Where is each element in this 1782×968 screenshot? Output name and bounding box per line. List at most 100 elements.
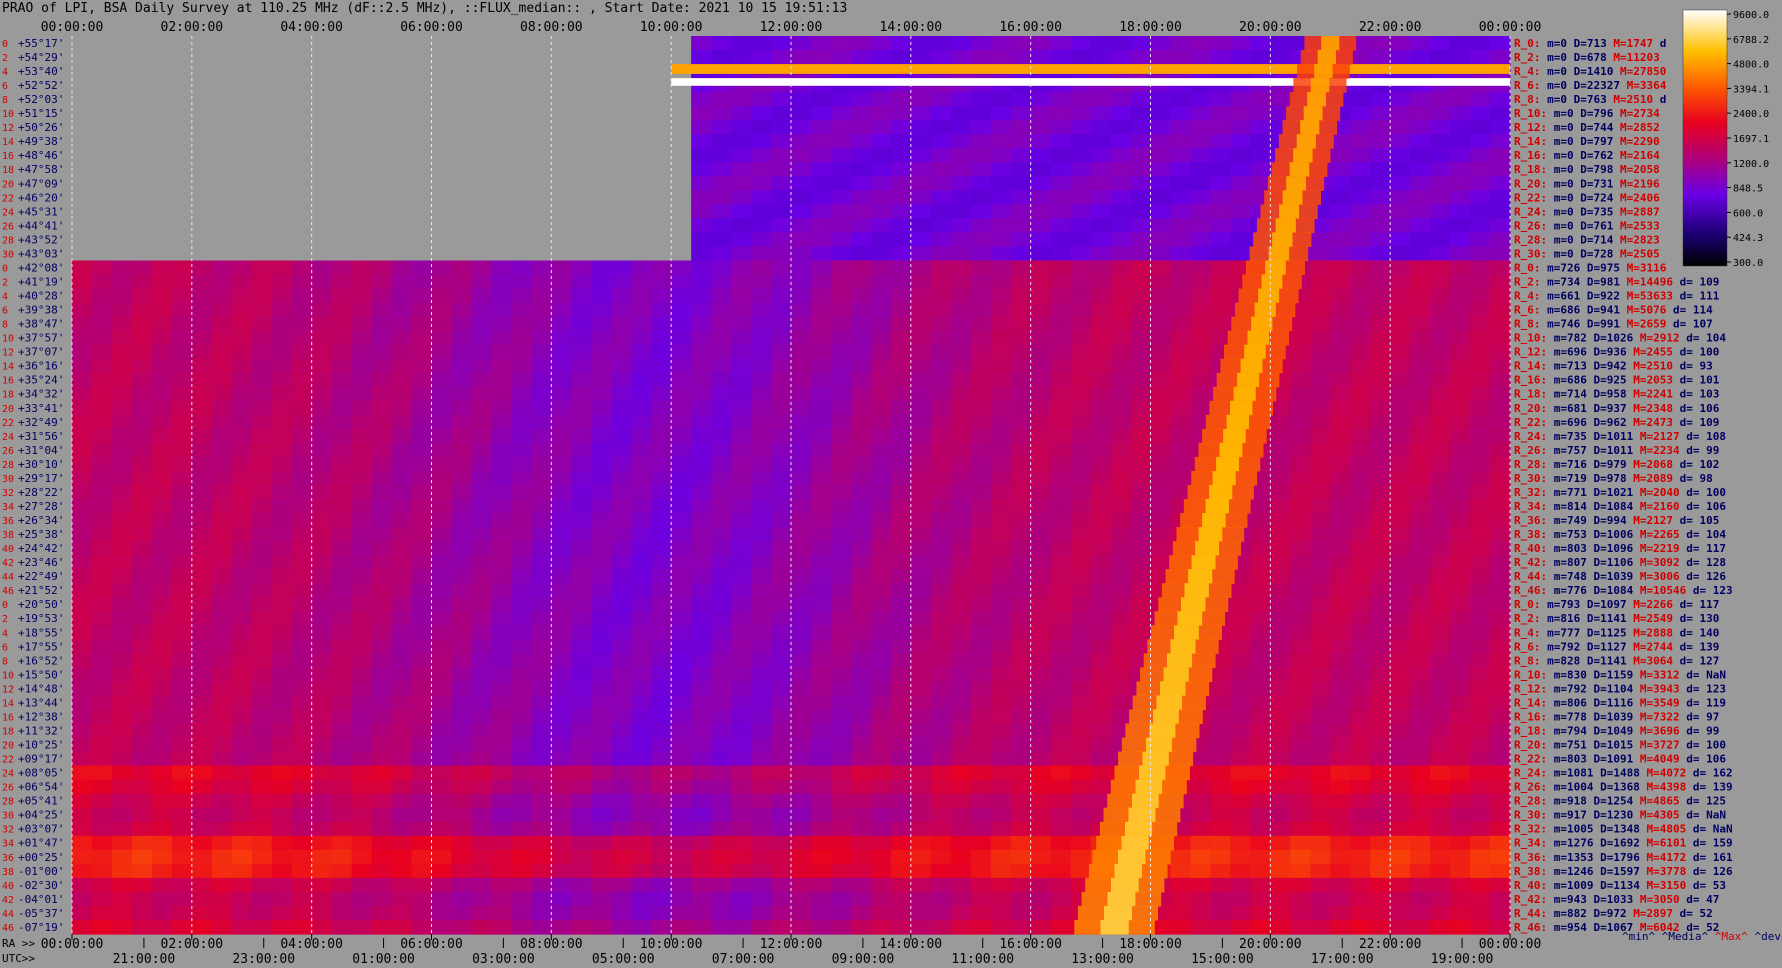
stats-field: m=749 <box>1547 514 1587 527</box>
heat-cell <box>1050 639 1072 654</box>
heat-cell <box>591 344 612 360</box>
heat-cell <box>551 569 572 584</box>
utc-tick-label: 21:00:00 <box>113 952 176 967</box>
heat-cell <box>731 288 752 304</box>
heat-cell <box>72 835 93 851</box>
heat-cell <box>930 218 952 234</box>
heat-cell <box>231 372 253 388</box>
dec-label: +18°55' <box>18 626 64 639</box>
heat-cell <box>111 807 133 823</box>
heat-cell <box>810 106 832 121</box>
heat-cell <box>331 611 353 626</box>
heat-cell <box>870 849 892 865</box>
heat-cell <box>1490 779 1511 795</box>
heat-cell <box>771 232 792 248</box>
heat-cell <box>411 485 433 500</box>
heat-cell <box>711 527 732 542</box>
heat-cell <box>1230 709 1251 725</box>
heat-cell <box>1210 737 1231 753</box>
heat-cell <box>1050 372 1072 388</box>
heat-cell <box>251 316 273 332</box>
heat-cell <box>451 737 473 753</box>
heat-cell <box>431 470 453 486</box>
heat-cell <box>91 485 113 500</box>
heat-cell <box>411 751 433 767</box>
heat-cell <box>631 358 652 374</box>
utc-tick-label: 07:00:00 <box>712 952 775 967</box>
heat-cell <box>291 414 313 430</box>
heat-cell <box>531 779 552 795</box>
heat-cell <box>950 358 972 374</box>
heat-cell <box>930 134 952 149</box>
heat-cell <box>850 260 872 276</box>
heat-cell <box>491 414 512 430</box>
heat-cell <box>751 779 772 795</box>
heat-cell <box>1070 470 1092 486</box>
heat-cell <box>431 442 453 458</box>
heat-cell <box>1150 176 1172 191</box>
stats-row: R_38: m=753 D=1006 M=2265 d= 104 <box>1514 528 1726 541</box>
heat-cell <box>151 470 173 486</box>
heat-cell <box>191 807 213 823</box>
heat-cell <box>1310 274 1331 290</box>
heat-cell <box>311 260 333 276</box>
heat-cell <box>1410 905 1431 921</box>
heat-cell <box>271 569 293 584</box>
heat-cell <box>111 695 133 711</box>
heat-cell <box>291 569 313 584</box>
heat-cell <box>91 260 113 276</box>
heat-cell <box>91 372 113 388</box>
heat-cell <box>1310 456 1331 472</box>
heat-cell <box>391 779 413 795</box>
heat-cell <box>511 302 532 318</box>
heat-cell <box>651 274 672 290</box>
heat-cell <box>1270 597 1291 612</box>
stats-field: M=3150 <box>1640 879 1686 892</box>
heat-cell <box>990 50 1012 65</box>
heat-cell <box>691 779 712 795</box>
heat-cell <box>131 302 153 318</box>
row-index-label: 20 <box>2 741 14 752</box>
heat-cell <box>1130 527 1152 542</box>
heat-cell <box>191 667 213 683</box>
heat-cell <box>950 288 972 304</box>
heat-cell <box>431 456 453 472</box>
heat-cell <box>291 583 313 598</box>
heat-cell <box>870 891 892 907</box>
heat-cell <box>830 723 852 739</box>
heat-cell <box>870 597 892 612</box>
heat-cell <box>930 555 952 570</box>
heat-cell <box>631 288 652 304</box>
heat-cell <box>810 835 832 851</box>
heat-cell <box>1450 597 1471 612</box>
heat-cell <box>1210 863 1231 879</box>
heat-cell <box>1190 372 1212 388</box>
heat-cell <box>231 386 253 402</box>
heat-cell <box>870 246 892 262</box>
heat-cell <box>91 330 113 346</box>
row-index-label: 24 <box>2 207 14 218</box>
heat-cell <box>591 583 612 598</box>
heat-cell <box>571 302 592 318</box>
heat-cell <box>791 849 812 865</box>
heat-cell <box>950 428 972 444</box>
heat-cell <box>1430 667 1451 683</box>
heat-cell <box>371 302 393 318</box>
heat-cell <box>1030 148 1052 163</box>
heat-cell <box>371 288 393 304</box>
heat-cell <box>791 709 812 725</box>
heat-cell <box>930 176 952 191</box>
heat-cell <box>571 527 592 542</box>
heat-cell <box>791 807 812 823</box>
heat-cell <box>72 400 93 416</box>
heat-cell <box>1010 583 1032 598</box>
heat-cell <box>711 793 732 809</box>
heat-cell <box>251 779 273 795</box>
heat-cell <box>631 863 652 879</box>
heat-cell <box>1470 344 1491 360</box>
heat-cell <box>551 891 572 907</box>
heat-cell <box>870 232 892 248</box>
heat-cell <box>1130 162 1152 177</box>
ra-tick-label: 14:00:00 <box>880 937 943 952</box>
heat-cell <box>91 625 113 640</box>
